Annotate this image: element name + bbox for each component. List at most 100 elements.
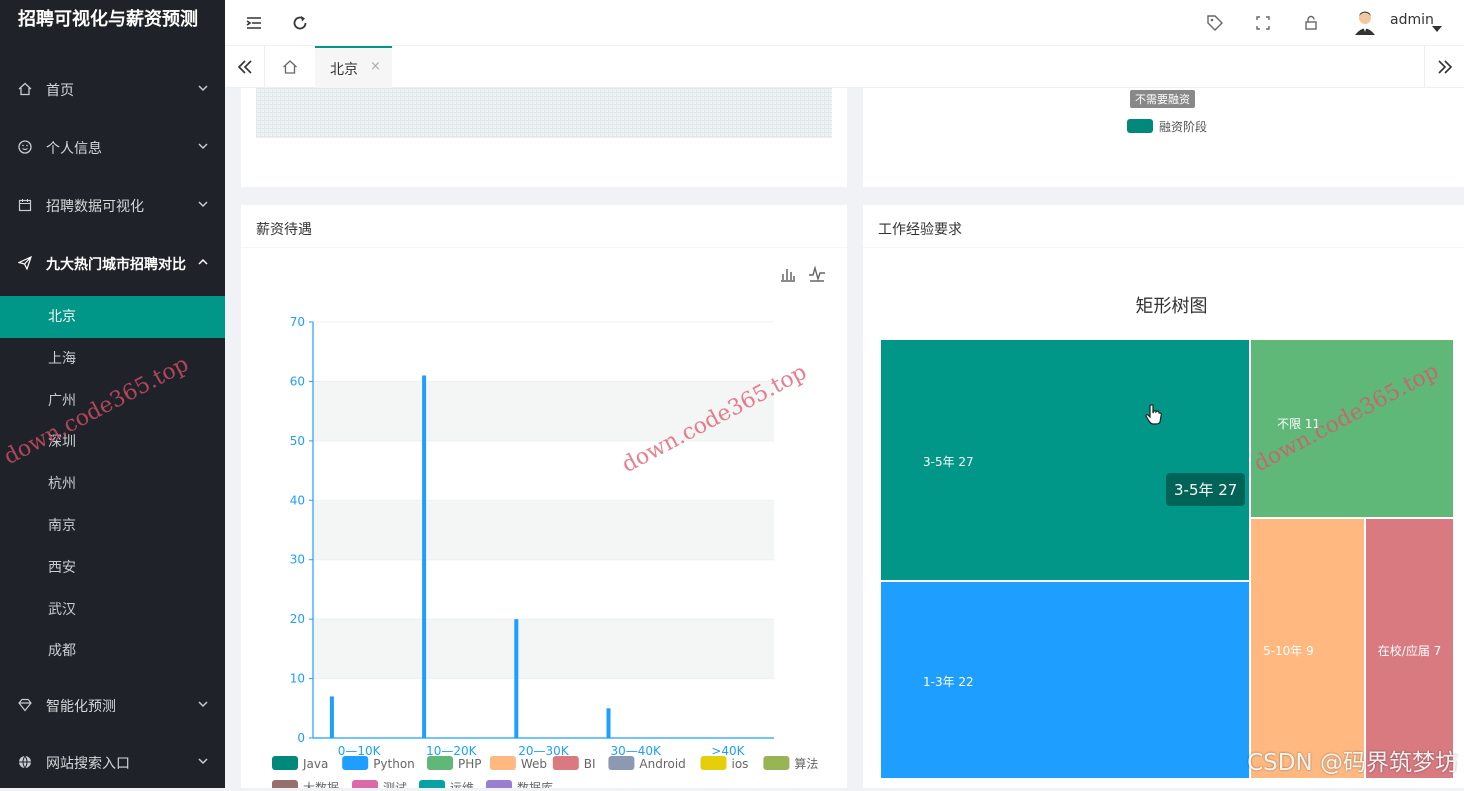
- sidebar-item-city[interactable]: 北京: [0, 296, 225, 338]
- treemap-label: 1-3年 22: [923, 675, 974, 690]
- menu-visualization[interactable]: 招聘数据可视化: [0, 176, 225, 234]
- salary-card: 薪资待遇 0 10 20 30 40 50 60 70 0—10K 10—20K 20—30K 30—…: [241, 205, 847, 788]
- chevron-down-icon: [197, 698, 209, 714]
- sidebar-item-city[interactable]: 南京: [0, 505, 225, 547]
- y-tick-label: 40: [290, 493, 305, 507]
- chevron-up-icon: [197, 256, 209, 272]
- bar: [422, 375, 427, 738]
- sidebar-item-city[interactable]: 西安: [0, 547, 225, 589]
- experience-card: 工作经验要求 矩形树图 3-5年 27 1-3年 22 不限 11 5-10年 9 在校…: [863, 205, 1464, 788]
- caret-down-icon[interactable]: [1431, 18, 1443, 37]
- map-card: [241, 88, 847, 187]
- bar: [606, 708, 611, 738]
- menu-label: 智能化预测: [46, 699, 116, 715]
- tooltip: 不需要融资: [1130, 90, 1195, 108]
- menu-label: 首页: [46, 83, 74, 99]
- financing-card: 不需要融资 融资阶段: [863, 88, 1464, 187]
- y-tick-label: 20: [290, 612, 305, 626]
- diamond-icon: [16, 696, 34, 714]
- legend-label: 数据库: [517, 780, 553, 788]
- treemap-node[interactable]: 5-10年 9: [1250, 518, 1365, 779]
- map-chart-area: [256, 88, 832, 138]
- sidebar-item-city[interactable]: 武汉: [0, 589, 225, 631]
- y-tick-label: 50: [290, 434, 305, 448]
- grid-band: [313, 500, 774, 560]
- legend-swatch: [427, 756, 453, 770]
- lock-icon[interactable]: [1300, 12, 1322, 34]
- y-tick-label: 30: [290, 553, 305, 567]
- home-tab-icon[interactable]: [265, 46, 315, 88]
- tab-label: 北京: [330, 62, 358, 78]
- treemap-node[interactable]: 3-5年 27: [880, 339, 1251, 582]
- calendar-icon: [16, 196, 34, 214]
- legend-swatch: [1127, 119, 1153, 133]
- refresh-icon[interactable]: [289, 12, 311, 34]
- tab-beijing[interactable]: 北京 ×: [315, 46, 392, 88]
- bar: [329, 696, 334, 738]
- treemap-label: 在校/应届 7: [1377, 643, 1442, 658]
- close-icon[interactable]: ×: [370, 59, 381, 74]
- tabs-scroll-left-icon[interactable]: [225, 46, 265, 88]
- treemap-node[interactable]: 1-3年 22: [880, 581, 1251, 779]
- legend-label: Java: [302, 757, 328, 771]
- top-header: admin: [225, 0, 1464, 46]
- tabs-scroll-right-icon[interactable]: [1424, 46, 1464, 88]
- username[interactable]: admin: [1390, 12, 1434, 28]
- chevron-down-icon: [197, 198, 209, 214]
- y-tick-label: 70: [290, 315, 305, 329]
- globe-icon: [16, 753, 34, 771]
- x-tick-label: 30—40K: [610, 744, 662, 758]
- x-tick-label: 20—30K: [518, 744, 570, 758]
- menu-city-compare[interactable]: 九大热门城市招聘对比: [0, 234, 225, 292]
- sidebar-item-city[interactable]: 杭州: [0, 463, 225, 505]
- legend-label[interactable]: 融资阶段: [1159, 118, 1207, 135]
- app-title: 招聘可视化与薪资预测: [18, 9, 198, 30]
- hand-cursor-icon: [1145, 403, 1163, 429]
- sidebar-item-city[interactable]: 成都: [0, 630, 225, 672]
- menu-home[interactable]: 首页: [0, 60, 225, 118]
- treemap-node[interactable]: 在校/应届 7: [1364, 518, 1454, 779]
- send-icon: [16, 254, 34, 272]
- legend-swatch: [552, 756, 579, 770]
- treemap-label: 5-10年 9: [1263, 643, 1314, 658]
- legend-swatch: [419, 780, 445, 788]
- tag-icon[interactable]: [1204, 12, 1226, 34]
- menu-label: 网站搜索入口: [46, 756, 130, 772]
- x-tick-label: >40K: [711, 744, 745, 758]
- salary-bar-chart: 0 10 20 30 40 50 60 70 0—10K 10—20K 20—30K 30—40K >4…: [272, 315, 818, 788]
- chevron-down-icon: [197, 755, 209, 771]
- legend-label: 大数据: [303, 780, 339, 788]
- y-tick-label: 60: [290, 374, 305, 388]
- legend-label: ios: [732, 757, 749, 771]
- csdn-watermark: CSDN @码界筑梦坊: [1247, 750, 1458, 776]
- chevron-down-icon: [197, 82, 209, 98]
- chevron-down-icon: [197, 140, 209, 156]
- legend-label: 测试: [383, 780, 407, 788]
- divider: [863, 247, 1464, 248]
- legend-swatch: [342, 756, 369, 770]
- legend-label: BI: [584, 757, 596, 771]
- menu-label: 个人信息: [46, 141, 102, 157]
- legend-swatch: [763, 756, 790, 770]
- treemap-title: 矩形树图: [1135, 296, 1208, 317]
- bar: [514, 619, 519, 738]
- home-icon: [16, 80, 34, 98]
- legend-label: Python: [373, 757, 415, 771]
- tabs-bar: 北京 ×: [225, 46, 1464, 88]
- avatar[interactable]: [1351, 8, 1379, 36]
- legend-label: Web: [521, 757, 547, 771]
- smile-icon: [16, 138, 34, 156]
- menu-profile[interactable]: 个人信息: [0, 118, 225, 176]
- menu-fold-icon[interactable]: [243, 12, 265, 34]
- legend-swatch: [608, 756, 635, 770]
- y-tick-label: 0: [297, 731, 305, 745]
- legend-swatch: [272, 756, 298, 770]
- menu-label: 九大热门城市招聘对比: [46, 257, 186, 273]
- legend-label: Android: [639, 757, 685, 771]
- x-tick-label: 10—20K: [426, 744, 478, 758]
- menu-prediction[interactable]: 智能化预测: [0, 676, 225, 734]
- legend-swatch: [489, 756, 516, 770]
- fullscreen-icon[interactable]: [1252, 12, 1274, 34]
- legend-label: PHP: [458, 757, 482, 771]
- menu-search[interactable]: 网站搜索入口: [0, 733, 225, 791]
